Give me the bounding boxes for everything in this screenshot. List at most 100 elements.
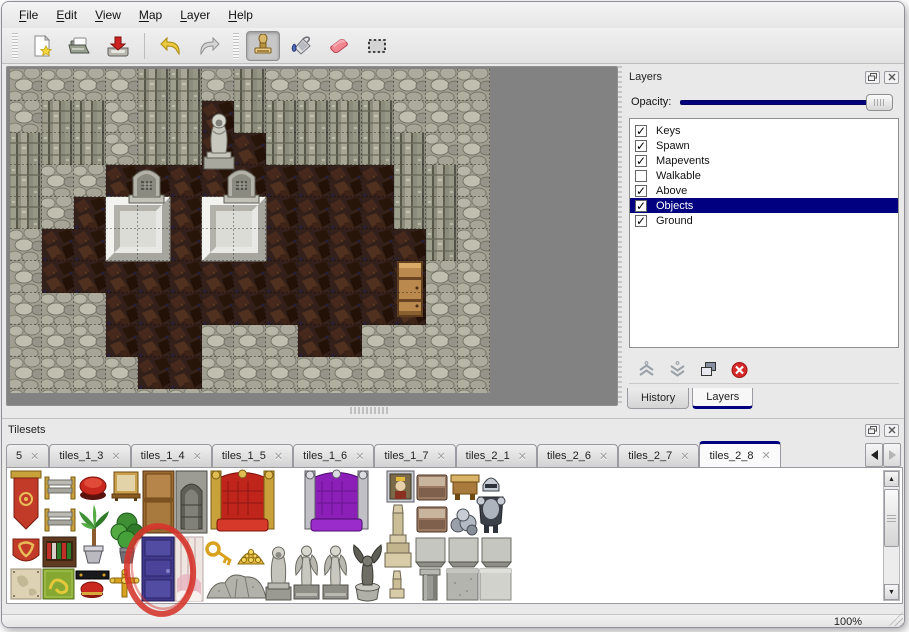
dock-tab-layers[interactable]: Layers: [692, 388, 753, 409]
menu-file[interactable]: File: [10, 4, 47, 26]
tileset-tab-tiles_2_1[interactable]: tiles_2_1✕: [456, 444, 537, 467]
menu-help[interactable]: Help: [219, 4, 262, 26]
scrollbar-thumb[interactable]: [884, 489, 899, 547]
gold-key-tile[interactable]: [207, 543, 231, 565]
pillar-top-tile[interactable]: [449, 538, 478, 567]
float-dock-button[interactable]: [865, 71, 880, 84]
layer-row-objects[interactable]: ✓Objects: [630, 198, 898, 213]
layer-row-ground[interactable]: ✓Ground: [630, 213, 898, 228]
red-banner-tile[interactable]: [11, 471, 41, 529]
tab-close-icon[interactable]: ✕: [30, 450, 39, 463]
red-shield-tile[interactable]: [13, 539, 39, 561]
desk-tile[interactable]: [451, 475, 479, 500]
stone-gate-tile[interactable]: [176, 471, 207, 533]
opacity-slider-groove[interactable]: [680, 100, 893, 105]
pillar-column-tile[interactable]: [420, 569, 440, 600]
angel-statue-tile[interactable]: [294, 546, 319, 599]
armor-pile-tile[interactable]: [451, 509, 477, 535]
stone-block-tile[interactable]: [480, 569, 511, 600]
tileset-tab-tiles_2_7[interactable]: tiles_2_7✕: [618, 444, 699, 467]
opacity-slider[interactable]: [680, 94, 893, 111]
toolbar-grip[interactable]: [12, 33, 18, 59]
tab-close-icon[interactable]: ✕: [436, 450, 445, 463]
tab-close-icon[interactable]: ✕: [355, 450, 364, 463]
raise-layer-button[interactable]: [637, 361, 656, 378]
layer-row-spawn[interactable]: ✓Spawn: [630, 138, 898, 153]
angel-statue-tile[interactable]: [323, 546, 348, 599]
tileset-tab-tiles_1_5[interactable]: tiles_1_5✕: [212, 444, 293, 467]
menu-edit[interactable]: Edit: [47, 4, 86, 26]
open-map-button[interactable]: [63, 31, 97, 61]
eraser-tool-button[interactable]: [322, 31, 356, 61]
portrait-tile[interactable]: [387, 471, 414, 502]
layer-row-walkable[interactable]: Walkable: [630, 168, 898, 183]
hooded-statue-tile[interactable]: [266, 547, 291, 600]
toolbar-grip-2[interactable]: [233, 33, 239, 59]
select-tool-button[interactable]: [360, 31, 394, 61]
redo-button[interactable]: [192, 31, 226, 61]
tileset-tab-tiles_1_3[interactable]: tiles_1_3✕: [49, 444, 130, 467]
gold-pile-tile[interactable]: [238, 550, 264, 565]
dock-tab-history[interactable]: History: [627, 388, 689, 409]
scroll-down-button[interactable]: ▼: [884, 584, 899, 600]
loom-tile[interactable]: [45, 509, 75, 531]
red-cushion-tile[interactable]: [80, 477, 106, 500]
palm-plant-tile[interactable]: [79, 505, 109, 563]
layer-row-above[interactable]: ✓Above: [630, 183, 898, 198]
ledge-tile[interactable]: [417, 507, 447, 532]
close-tilesets-button[interactable]: [884, 424, 899, 437]
new-map-button[interactable]: [25, 31, 59, 61]
tileset-tab-tiles_2_8[interactable]: tiles_2_8✕: [699, 441, 780, 467]
loom-tile[interactable]: [45, 477, 75, 499]
small-obelisk-tile[interactable]: [390, 571, 404, 598]
ledge-tile[interactable]: [417, 475, 447, 500]
menu-map[interactable]: Map: [130, 4, 171, 26]
undo-button[interactable]: [154, 31, 188, 61]
scroll-tabs-left-button[interactable]: [865, 443, 883, 467]
fill-tool-button[interactable]: [284, 31, 318, 61]
beige-tapestry-tile[interactable]: [11, 569, 41, 599]
rock-pile-tile[interactable]: [207, 575, 266, 598]
black-shelf-tile[interactable]: [76, 571, 109, 598]
checkbox-checked[interactable]: ✓: [635, 185, 647, 197]
delete-layer-button[interactable]: [730, 361, 749, 379]
horizontal-splitter-grip[interactable]: [350, 407, 388, 414]
checkbox-unchecked[interactable]: [635, 170, 647, 182]
tab-close-icon[interactable]: ✕: [680, 450, 689, 463]
stone-block-tile[interactable]: [447, 569, 478, 600]
pillar-top-tile[interactable]: [482, 538, 511, 567]
tab-close-icon[interactable]: ✕: [599, 450, 608, 463]
tileset-tab-tiles_1_4[interactable]: tiles_1_4✕: [131, 444, 212, 467]
checkbox-checked[interactable]: ✓: [635, 155, 647, 167]
opacity-slider-handle[interactable]: [866, 94, 893, 111]
pillar-top-tile[interactable]: [416, 538, 445, 567]
knight-armor-tile[interactable]: [477, 478, 505, 533]
obelisk-tile[interactable]: [385, 505, 411, 567]
close-dock-button[interactable]: [884, 71, 899, 84]
map-canvas[interactable]: [10, 69, 490, 393]
winged-gargoyle-tile[interactable]: [354, 545, 382, 601]
map-scroll-area[interactable]: [6, 66, 618, 406]
layer-row-keys[interactable]: ✓Keys: [630, 123, 898, 138]
mirror-table-tile[interactable]: [112, 472, 140, 501]
tab-close-icon[interactable]: ✕: [193, 450, 202, 463]
tab-close-icon[interactable]: ✕: [518, 450, 527, 463]
checkbox-checked[interactable]: ✓: [635, 140, 647, 152]
tileset-content[interactable]: ▲ ▼: [6, 467, 903, 604]
menu-layer[interactable]: Layer: [171, 4, 219, 26]
tab-close-icon[interactable]: ✕: [762, 449, 771, 462]
layer-row-mapevents[interactable]: ✓Mapevents: [630, 153, 898, 168]
scroll-up-button[interactable]: ▲: [884, 471, 899, 487]
red-throne-tile[interactable]: [211, 470, 274, 531]
tileset-tab-5[interactable]: 5✕: [6, 444, 49, 467]
green-tapestry-tile[interactable]: [43, 569, 74, 599]
purple-door-tile[interactable]: [142, 537, 174, 601]
menu-view[interactable]: View: [86, 4, 130, 26]
lower-layer-button[interactable]: [668, 361, 687, 378]
checkbox-checked[interactable]: ✓: [635, 215, 647, 227]
scroll-tabs-right-button[interactable]: [883, 443, 901, 467]
stamp-tool-button[interactable]: [246, 31, 280, 61]
tileset-tab-tiles_1_6[interactable]: tiles_1_6✕: [293, 444, 374, 467]
layer-list[interactable]: ✓Keys✓Spawn✓MapeventsWalkable✓Above✓Obje…: [629, 118, 899, 348]
tab-close-icon[interactable]: ✕: [111, 450, 120, 463]
